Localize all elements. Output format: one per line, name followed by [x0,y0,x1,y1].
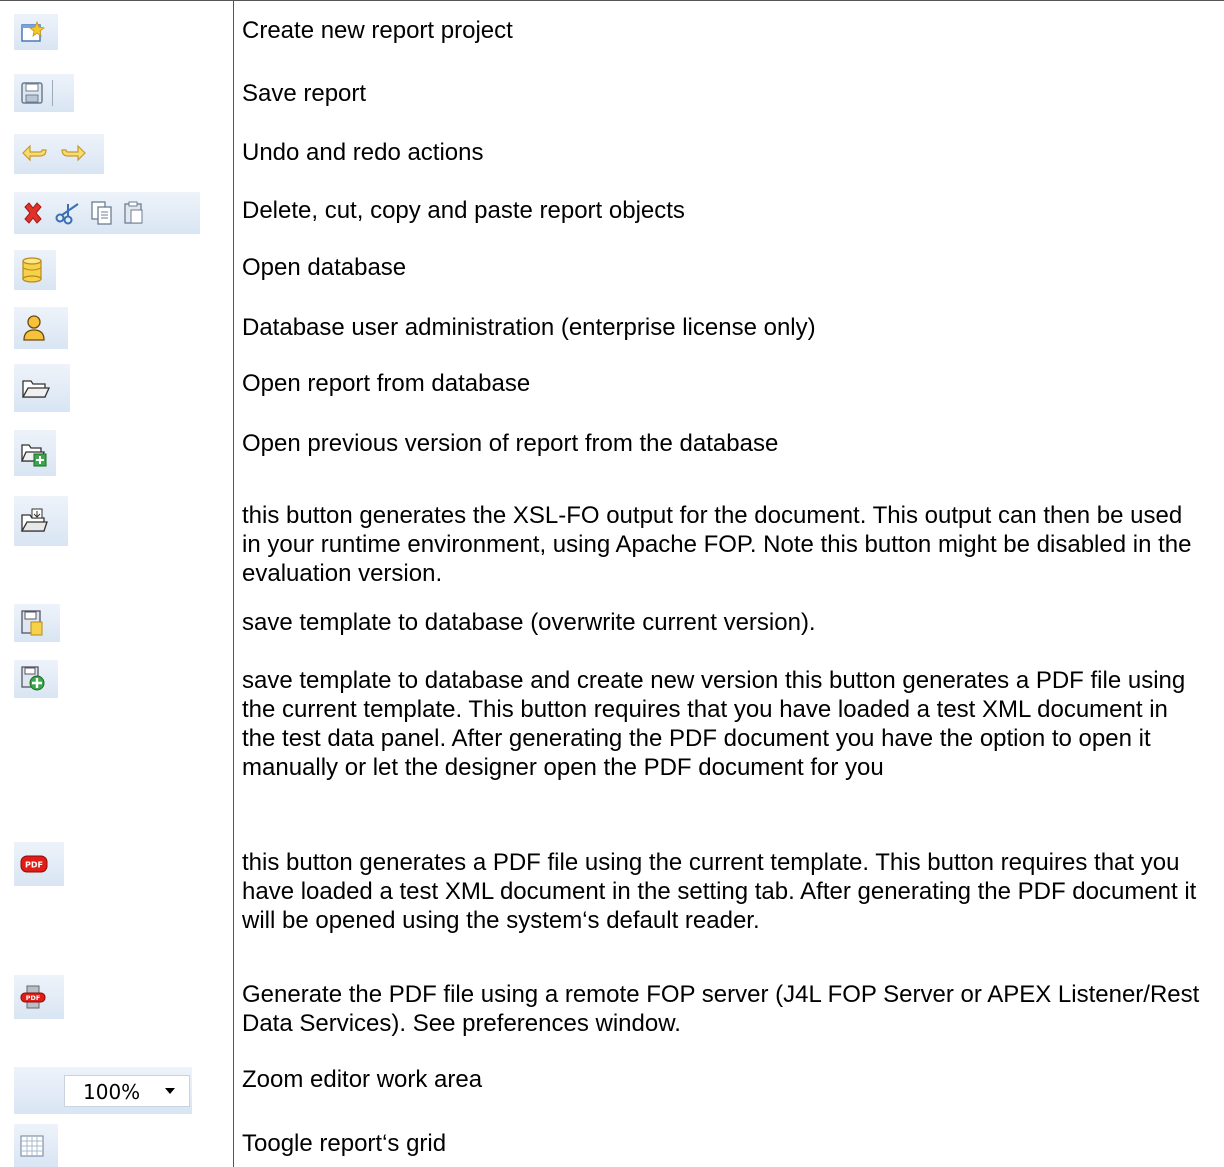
edit-group [14,192,200,234]
row-description: save template to database (overwrite cur… [242,609,816,636]
fo-output-icon [20,508,48,532]
row-description: save template to database and create new… [242,667,1186,781]
open-report-button[interactable] [14,364,70,412]
database-icon [22,257,42,283]
undo-icon[interactable] [20,142,50,166]
grid-toggle-button[interactable] [14,1124,58,1167]
user-admin-icon [23,315,45,341]
open-database-button[interactable] [14,250,56,290]
save-db-new-version-button[interactable] [14,660,58,698]
row-description: Open previous version of report from the… [242,430,779,457]
copy-icon[interactable] [90,200,114,226]
redo-icon[interactable] [58,142,88,166]
new-project-icon [21,21,45,42]
grid-icon [20,1134,44,1157]
row-description: Toogle report‘s grid [242,1130,447,1157]
open-version-button[interactable] [14,430,56,476]
chevron-down-icon [165,1088,175,1094]
delete-icon[interactable] [20,200,46,226]
paste-icon[interactable] [122,200,146,226]
svg-text:PDF: PDF [25,861,43,870]
column-divider [233,0,234,1167]
remote-pdf-button[interactable]: PDF [14,975,64,1019]
row-description: Open database [242,254,407,281]
zoom-value: 100% [83,1080,141,1104]
pdf-icon: PDF [20,855,48,873]
row-description: Save report [242,80,367,107]
save-button[interactable] [14,74,74,112]
open-version-icon [20,444,47,467]
user-admin-button[interactable] [14,307,68,349]
row-description: Open report from database [242,370,531,397]
toolbar-separator [52,80,53,106]
save-db-button[interactable] [14,604,60,642]
row-description: Create new report project [242,17,513,44]
row-description: this button generates a PDF file using t… [242,849,1197,934]
undo-redo-group [14,134,104,174]
row-description: Generate the PDF file using a remote FOP… [242,981,1200,1037]
new-project-button[interactable] [14,14,58,50]
open-folder-icon [21,380,50,398]
row-description: Delete, cut, copy and paste report objec… [242,197,685,224]
row-description: this button generates the XSL-FO output … [242,502,1192,587]
pdf-button[interactable]: PDF [14,842,64,886]
save-db-new-version-icon [21,666,45,691]
row-description: Zoom editor work area [242,1066,483,1093]
save-icon [21,82,43,104]
fo-output-button[interactable] [14,496,68,546]
svg-text:PDF: PDF [26,994,41,1002]
row-description: Database user administration (enterprise… [242,314,816,341]
save-db-icon [21,610,43,636]
zoom-toolbar: 100% [14,1067,192,1114]
zoom-select[interactable]: 100% [64,1075,190,1107]
cut-icon[interactable] [54,200,82,226]
row-description: Undo and redo actions [242,139,484,166]
remote-pdf-icon: PDF [20,985,46,1009]
